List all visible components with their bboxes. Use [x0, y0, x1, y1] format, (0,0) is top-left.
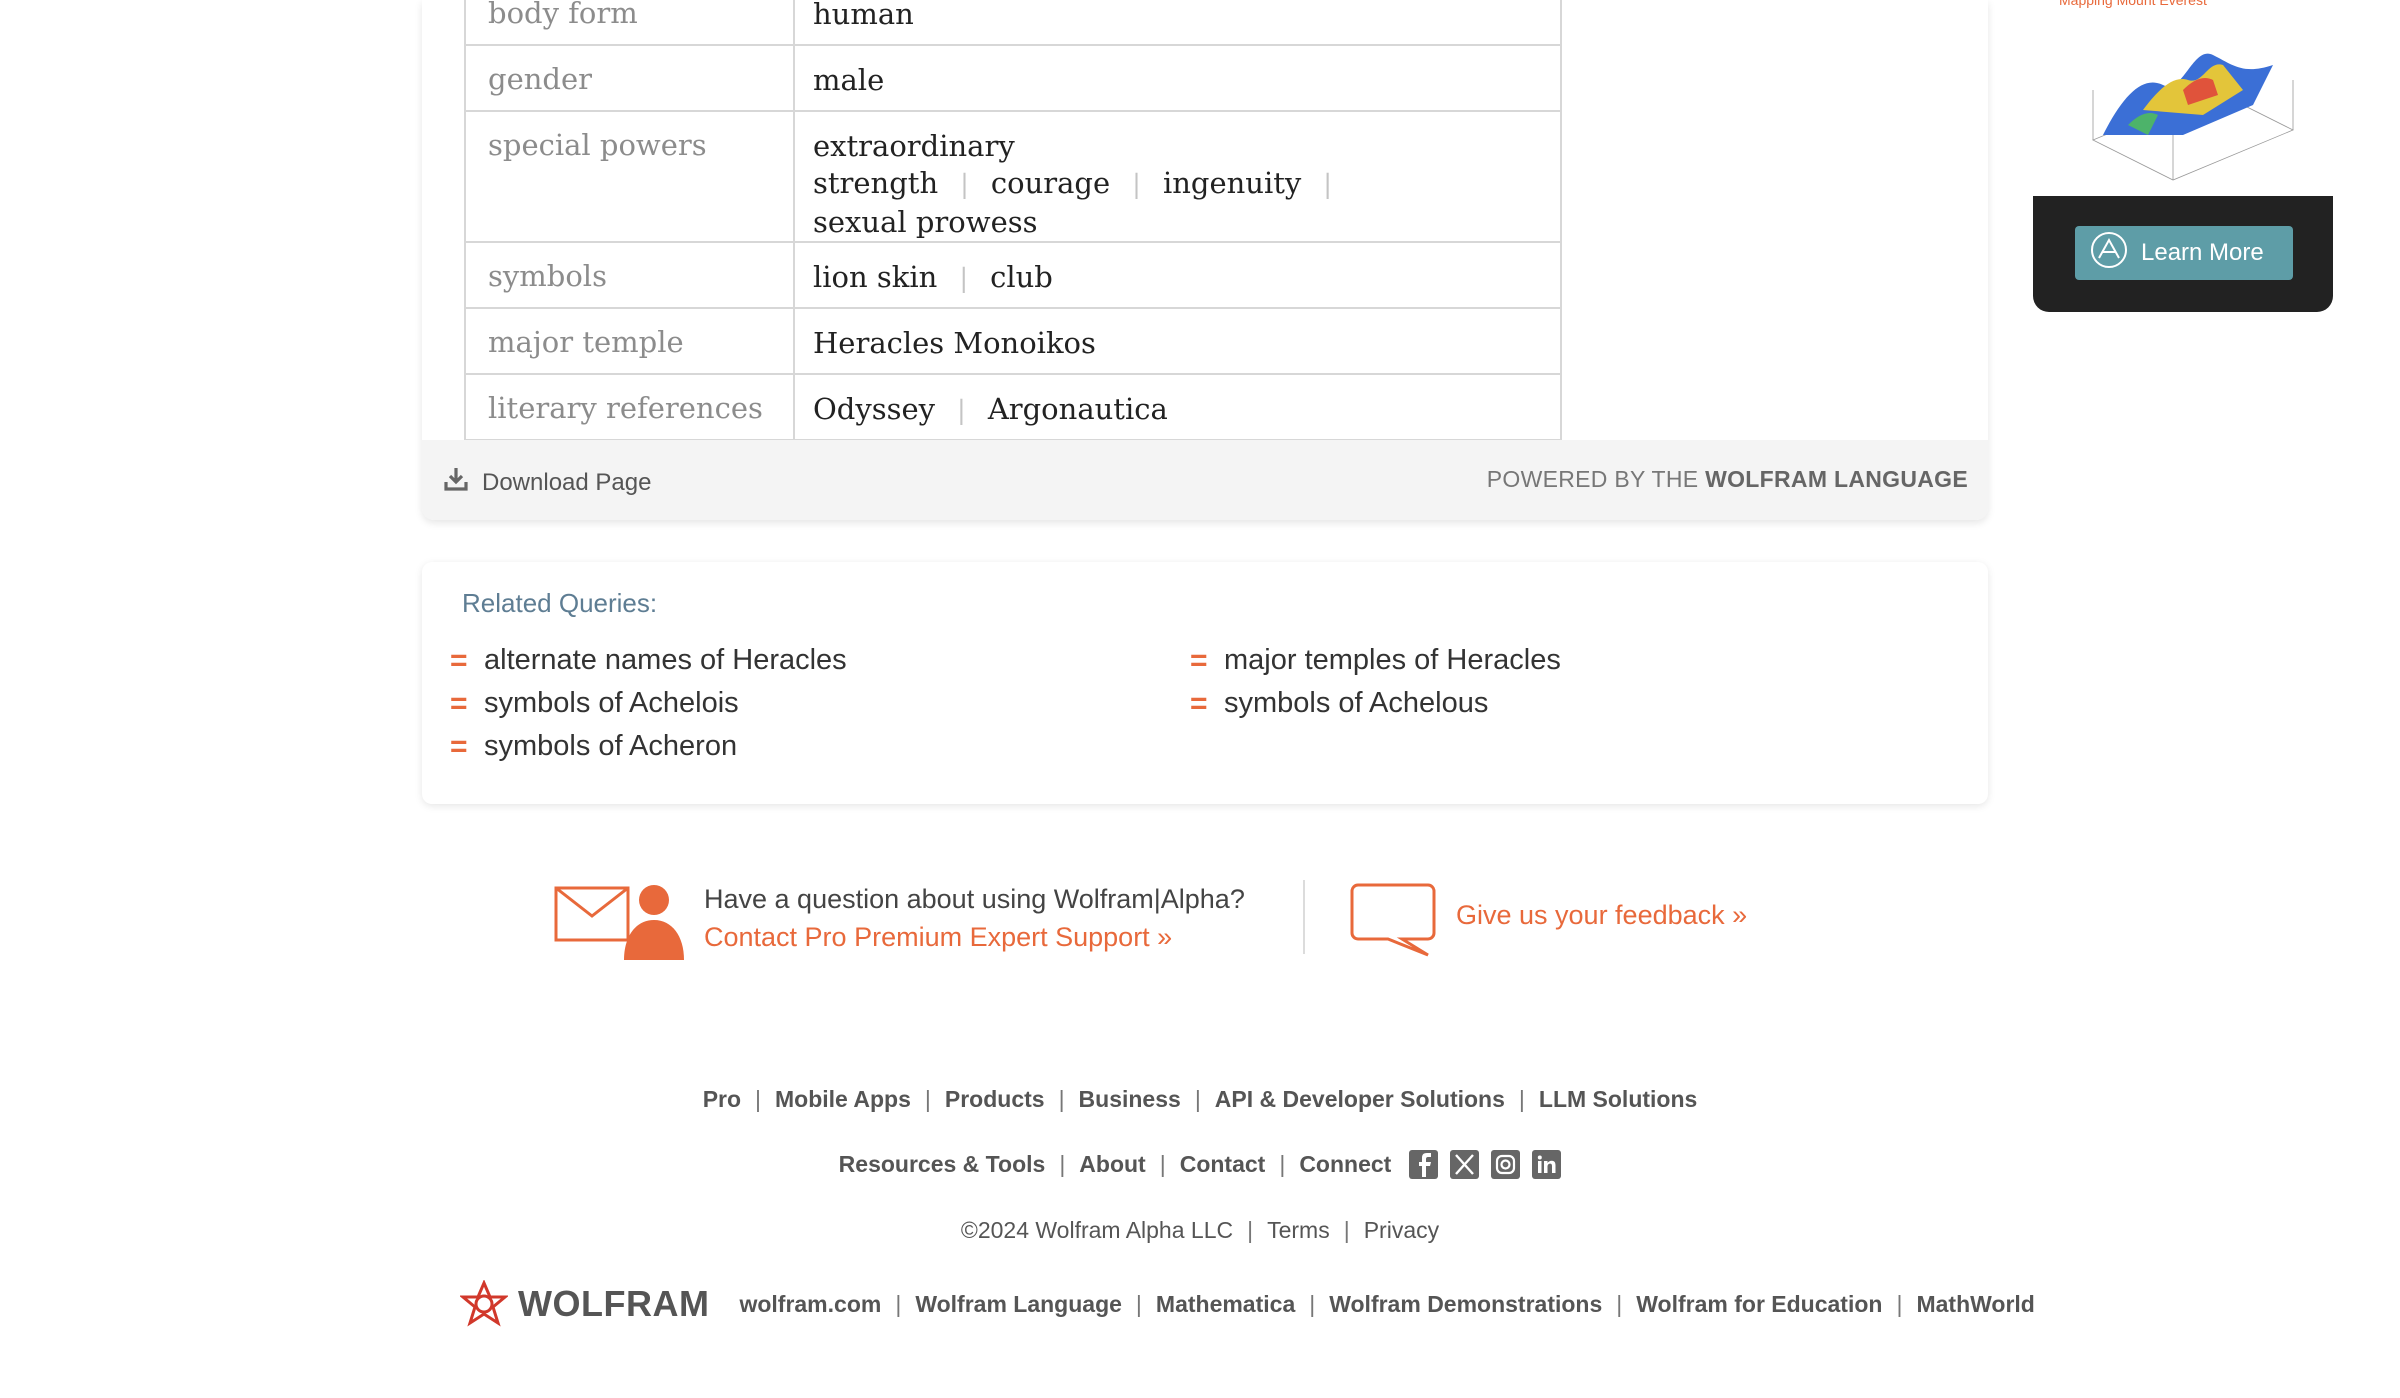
related-queries: Related Queries: = alternate names of Her…	[422, 562, 1988, 804]
property-key: body form	[464, 0, 795, 46]
value-separator: |	[1132, 170, 1141, 200]
property-key: literary references	[464, 373, 795, 441]
related-query-link[interactable]: = major temples of Heracles	[1190, 644, 1561, 677]
footer-link-education[interactable]: Wolfram for Education	[1636, 1291, 1882, 1318]
property-key: major temple	[464, 307, 795, 375]
related-query-link[interactable]: = symbols of Achelous	[1190, 687, 1488, 720]
download-label: Download Page	[482, 468, 652, 496]
support-icon	[554, 880, 686, 965]
x-icon[interactable]	[1450, 1150, 1480, 1179]
related-query-link[interactable]: = alternate names of Heracles	[450, 644, 847, 677]
footer-link-business[interactable]: Business	[1079, 1086, 1181, 1113]
equals-icon: =	[450, 686, 468, 720]
property-value: extraordinary strength | courage | ingenuity…	[793, 110, 1562, 243]
footer-link-wolfram-com[interactable]: wolfram.com	[739, 1291, 881, 1318]
divider	[1303, 880, 1305, 954]
footer-link-terms[interactable]: Terms	[1267, 1217, 1330, 1244]
footer-row-2: Resources & Tools | About | Contact | Conne…	[0, 1150, 2400, 1179]
footer-link-about[interactable]: About	[1079, 1151, 1145, 1178]
footer-link-demonstrations[interactable]: Wolfram Demonstrations	[1329, 1291, 1602, 1318]
wolfram-spikey-icon	[460, 1280, 508, 1327]
download-page-button[interactable]: Download Page	[444, 466, 651, 499]
pod-footer: Download Page POWERED BY THE WOLFRAM LAN…	[422, 440, 1988, 520]
powered-by[interactable]: POWERED BY THE WOLFRAM LANGUAGE	[1487, 466, 1968, 493]
table-row: major temple Heracles Monoikos	[464, 307, 1562, 375]
table-row: literary references Odyssey | Argonautica	[464, 373, 1562, 441]
feedback-link[interactable]: Give us your feedback »	[1456, 900, 1747, 931]
feedback-icon[interactable]	[1350, 882, 1436, 963]
property-value: human	[793, 0, 1562, 46]
equals-icon: =	[450, 643, 468, 677]
facebook-icon[interactable]	[1409, 1150, 1439, 1179]
property-value: lion skin | club	[793, 241, 1562, 309]
value-separator: |	[957, 396, 966, 426]
value-separator: |	[959, 264, 969, 294]
related-query-link[interactable]: = symbols of Acheron	[450, 730, 737, 763]
equals-icon: =	[450, 729, 468, 763]
table-row: special powers extraordinary strength | co…	[464, 110, 1562, 243]
table-row: symbols lion skin | club	[464, 241, 1562, 309]
related-queries-title: Related Queries:	[462, 588, 658, 618]
footer-link-api[interactable]: API & Developer Solutions	[1215, 1086, 1505, 1113]
result-pod: body form human gender male special powe…	[422, 0, 1988, 520]
properties-table: body form human gender male special powe…	[464, 0, 1562, 441]
property-value: Heracles Monoikos	[793, 307, 1562, 375]
social-icons	[1409, 1150, 1562, 1179]
equals-icon: =	[1190, 686, 1208, 720]
table-row: gender male	[464, 44, 1562, 112]
related-query-link[interactable]: = symbols of Achelois	[450, 687, 739, 720]
footer-product-links: wolfram.com | Wolfram Language | Mathemati…	[739, 1290, 2035, 1318]
ad-banner[interactable]: Mapping Mount Everest Learn More	[2033, 0, 2333, 312]
support-question: Have a question about using Wolfram|Alph…	[704, 884, 1245, 914]
value-separator: |	[1323, 170, 1333, 200]
wolfram-logo[interactable]: WOLFRAM	[460, 1280, 709, 1328]
property-value: male	[793, 44, 1562, 112]
instagram-icon[interactable]	[1491, 1150, 1521, 1179]
footer-link-contact[interactable]: Contact	[1180, 1151, 1266, 1178]
footer-row-4: WOLFRAM wolfram.com | Wolfram Language | M…	[460, 1280, 2035, 1328]
table-row: body form human	[464, 0, 1562, 46]
contact-support-link[interactable]: Contact Pro Premium Expert Support »	[704, 918, 1245, 956]
value-separator: |	[960, 170, 969, 200]
property-value: Odyssey | Argonautica	[793, 373, 1562, 441]
download-icon	[444, 466, 468, 499]
footer-row-1: Pro | Mobile Apps | Products | Business | AP…	[702, 1086, 1698, 1113]
footer-link-pro[interactable]: Pro	[703, 1086, 741, 1113]
footer-link-llm[interactable]: LLM Solutions	[1539, 1086, 1697, 1113]
footer-link-wolfram-language[interactable]: Wolfram Language	[915, 1291, 1122, 1318]
ad-logo-icon	[2089, 230, 2129, 277]
footer-link-products[interactable]: Products	[945, 1086, 1045, 1113]
footer-row-3: ©2024 Wolfram Alpha LLC | Terms | Privacy	[960, 1217, 1440, 1244]
property-key: gender	[464, 44, 795, 112]
footer-link-resources[interactable]: Resources & Tools	[839, 1151, 1046, 1178]
equals-icon: =	[1190, 643, 1208, 677]
linkedin-icon[interactable]	[1532, 1150, 1562, 1179]
footer-link-mathematica[interactable]: Mathematica	[1156, 1291, 1295, 1318]
support-text: Have a question about using Wolfram|Alph…	[704, 880, 1245, 956]
copyright: ©2024 Wolfram Alpha LLC	[960, 1217, 1234, 1243]
property-key: symbols	[464, 241, 795, 309]
footer-link-connect[interactable]: Connect	[1299, 1151, 1391, 1178]
property-key: special powers	[464, 110, 795, 243]
learn-more-button[interactable]: Learn More	[2075, 226, 2293, 280]
ad-caption: Mapping Mount Everest	[2059, 0, 2207, 8]
footer-link-mobile-apps[interactable]: Mobile Apps	[775, 1086, 911, 1113]
ad-image: Mapping Mount Everest	[2033, 0, 2333, 196]
footer-link-privacy[interactable]: Privacy	[1364, 1217, 1439, 1244]
footer-link-mathworld[interactable]: MathWorld	[1916, 1291, 2034, 1318]
